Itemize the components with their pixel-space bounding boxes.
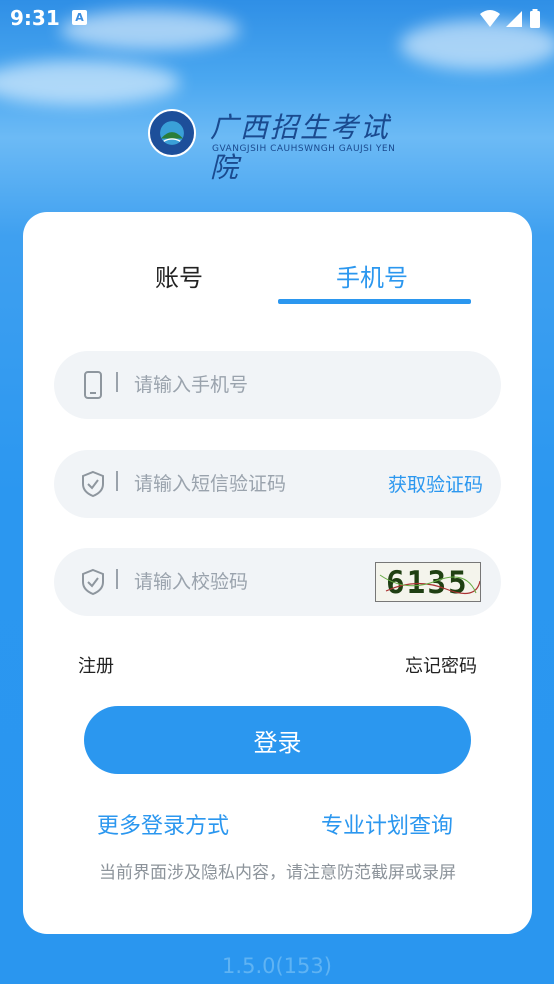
verify-code-input[interactable] <box>134 568 334 596</box>
active-tab-indicator <box>278 299 471 304</box>
privacy-notice: 当前界面涉及隐私内容，请注意防范截屏或录屏 <box>99 863 456 883</box>
verify-code-field: 6135 <box>54 548 501 616</box>
login-card: 账号 手机号 获取验证码 6135 <box>23 212 532 934</box>
app-version: 1.5.0(153) <box>222 954 332 978</box>
status-bar: 9:31 A <box>0 0 554 40</box>
shield-check-icon <box>82 470 104 498</box>
phone-icon <box>84 371 102 399</box>
brand-logo: 广西招生考试院 GVANGJSIH CAUHSWNGH GAUJSI YEN <box>148 106 418 184</box>
login-button[interactable]: 登录 <box>84 706 471 774</box>
forgot-password-link[interactable]: 忘记密码 <box>405 652 477 678</box>
status-time: 9:31 <box>10 6 60 30</box>
register-link[interactable]: 注册 <box>78 652 114 678</box>
tab-phone[interactable]: 手机号 <box>336 258 408 293</box>
status-icons <box>480 9 540 28</box>
more-login-link[interactable]: 更多登录方式 <box>97 808 229 840</box>
emblem-icon <box>148 109 196 157</box>
field-divider <box>116 471 118 491</box>
sms-code-field: 获取验证码 <box>54 450 501 518</box>
cloud-decoration <box>0 60 180 105</box>
sms-code-input[interactable] <box>134 470 374 498</box>
phone-field <box>54 351 501 419</box>
captcha-image[interactable]: 6135 <box>375 562 481 602</box>
captcha-noise <box>379 574 480 595</box>
battery-icon <box>530 11 540 28</box>
plan-query-link[interactable]: 专业计划查询 <box>321 808 453 840</box>
notification-icon: A <box>72 10 87 25</box>
field-divider <box>116 372 118 392</box>
field-divider <box>116 569 118 589</box>
logo-subtitle: GVANGJSIH CAUHSWNGH GAUJSI YEN <box>212 144 396 154</box>
tab-account[interactable]: 账号 <box>155 258 203 293</box>
phone-input[interactable] <box>134 371 374 399</box>
shield-check-icon <box>82 568 104 596</box>
get-code-button[interactable]: 获取验证码 <box>388 470 483 497</box>
wifi-icon <box>480 10 500 27</box>
signal-icon <box>506 11 522 27</box>
